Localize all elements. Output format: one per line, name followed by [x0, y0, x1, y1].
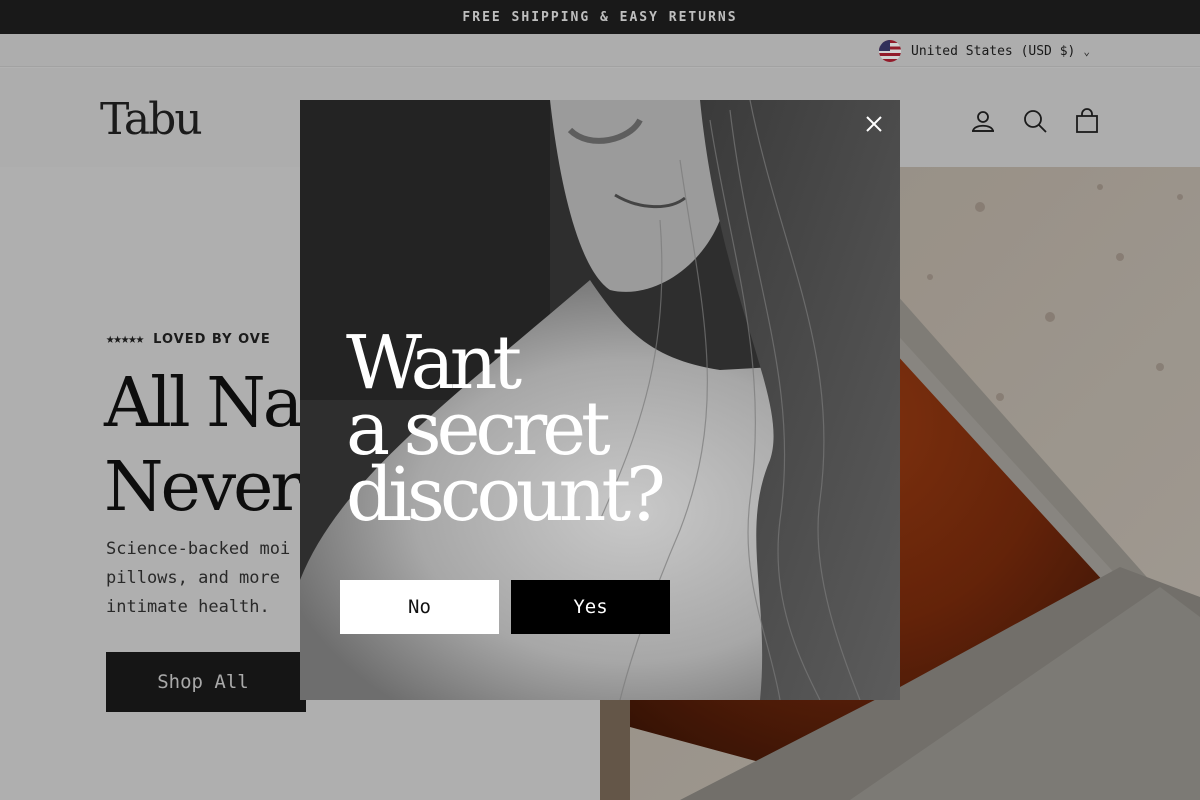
popup-headline: Want a secret discount? — [346, 320, 666, 538]
yes-button[interactable]: Yes — [511, 580, 670, 634]
close-icon[interactable] — [862, 112, 886, 136]
discount-popup: Want a secret discount? No Yes — [300, 100, 900, 700]
no-button[interactable]: No — [340, 580, 499, 634]
